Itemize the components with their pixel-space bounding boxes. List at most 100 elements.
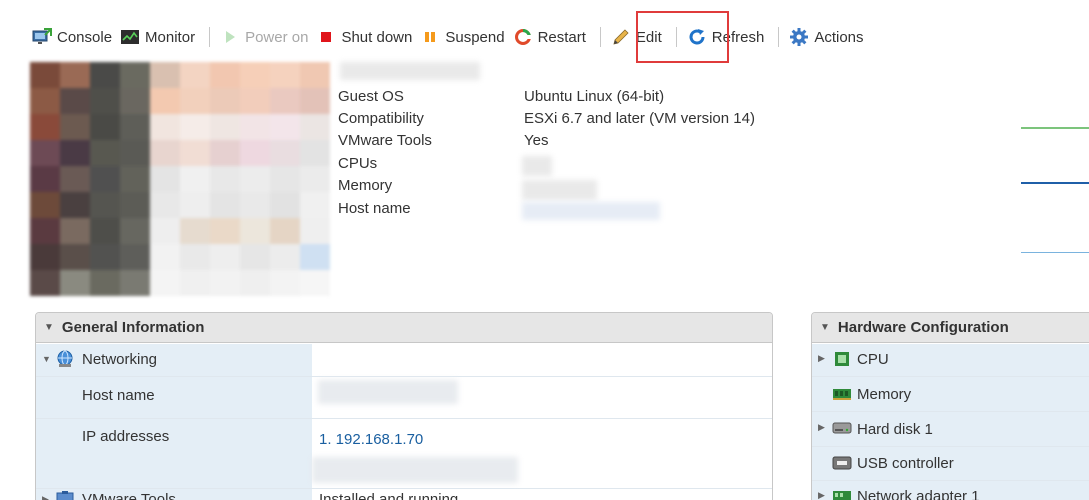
summary-value-guest-os: Ubuntu Linux (64-bit)	[524, 88, 665, 105]
actions-label: Actions	[814, 28, 864, 46]
thumbnail-pixel	[120, 166, 150, 192]
hardware-configuration-title: Hardware Configuration	[837, 319, 1009, 336]
thumbnail-pixel	[150, 114, 180, 140]
thumbnail-pixel	[150, 62, 180, 88]
thumbnail-pixel	[270, 62, 300, 88]
hardware-label-cpu: CPU	[857, 351, 889, 368]
hardware-configuration-header[interactable]: ▼ Hardware Configuration	[812, 313, 1089, 343]
thumbnail-pixel	[90, 244, 120, 270]
ip-addresses-row: IP addresses 1. 192.168.1.70	[36, 419, 772, 489]
summary-label-compatibility: Compatibility	[338, 110, 424, 127]
host-name-label-cell	[36, 377, 312, 418]
hardware-row-hard-disk[interactable]: ▶ Hard disk 1	[812, 412, 1089, 447]
restart-button[interactable]: Restart	[511, 22, 592, 52]
vmware-tools-icon	[56, 490, 74, 500]
thumbnail-pixel	[120, 192, 150, 218]
thumbnail-pixel	[270, 192, 300, 218]
toolbar-separator	[778, 27, 780, 47]
thumbnail-pixel	[210, 114, 240, 140]
hardware-row-cpu[interactable]: ▶ CPU	[812, 344, 1089, 377]
memory-module-icon	[832, 387, 851, 403]
shut-down-button[interactable]: Shut down	[314, 22, 418, 52]
power-on-label: Power on	[245, 28, 309, 46]
thumbnail-pixel	[270, 166, 300, 192]
vmware-tools-row[interactable]: ▶ VMware Tools Installed and running	[36, 489, 772, 500]
thumbnail-pixel	[60, 218, 90, 244]
suspend-button[interactable]: Suspend	[418, 22, 510, 52]
thumbnail-pixel	[300, 218, 330, 244]
thumbnail-pixel	[240, 62, 270, 88]
ip-address-value[interactable]: 1. 192.168.1.70	[319, 431, 423, 448]
ip-addresses-label-cell	[36, 419, 312, 488]
toolbar-separator	[209, 27, 211, 47]
thumbnail-pixel	[120, 140, 150, 166]
thumbnail-pixel	[210, 140, 240, 166]
hardware-row-network-adapter[interactable]: ▶ Network adapter 1	[812, 481, 1089, 500]
expand-caret-icon[interactable]: ▼	[42, 354, 51, 364]
hardware-row-memory[interactable]: Memory	[812, 377, 1089, 412]
thumbnail-pixel	[240, 166, 270, 192]
thumbnail-pixel	[270, 244, 300, 270]
thumbnail-pixel	[270, 114, 300, 140]
thumbnail-pixel	[210, 166, 240, 192]
networking-label: Networking	[82, 351, 158, 368]
power-on-button[interactable]: Power on	[218, 22, 314, 52]
collapse-caret-icon: ▼	[820, 322, 830, 333]
pencil-icon	[611, 27, 631, 47]
thumbnail-pixel	[240, 270, 270, 296]
actions-button[interactable]: Actions	[787, 22, 869, 52]
thumbnail-pixel	[270, 270, 300, 296]
vm-console-thumbnail[interactable]	[30, 62, 330, 298]
thumbnail-pixel	[30, 114, 60, 140]
thumbnail-pixel	[90, 270, 120, 296]
host-name-label: Host name	[82, 387, 155, 404]
thumbnail-pixel	[120, 62, 150, 88]
hardware-row-bg	[812, 412, 1089, 446]
thumbnail-pixel	[150, 88, 180, 114]
collapse-caret-icon: ▼	[44, 322, 54, 333]
thumbnail-pixel	[150, 140, 180, 166]
thumbnail-pixel	[300, 270, 330, 296]
expand-caret-icon[interactable]: ▶	[818, 353, 825, 364]
monitor-button[interactable]: Monitor	[118, 22, 201, 52]
stop-icon	[316, 27, 336, 47]
thumbnail-pixel	[30, 244, 60, 270]
summary-label-memory: Memory	[338, 177, 393, 194]
expand-caret-icon[interactable]: ▶	[818, 490, 825, 500]
thumbnail-pixel	[120, 218, 150, 244]
thumbnail-pixel	[270, 140, 300, 166]
expand-caret-icon[interactable]: ▶	[818, 422, 825, 433]
vmware-tools-value: Installed and running	[319, 491, 459, 500]
summary-label-guest-os: Guest OS	[338, 88, 404, 105]
thumbnail-pixel	[30, 218, 60, 244]
thumbnail-pixel	[60, 62, 90, 88]
thumbnail-pixel	[120, 270, 150, 296]
thumbnail-pixel	[120, 244, 150, 270]
cpu-chip-icon	[834, 351, 852, 367]
hardware-label-hard-disk: Hard disk 1	[857, 421, 933, 438]
summary-value-compatibility: ESXi 6.7 and later (VM version 14)	[524, 110, 755, 127]
thumbnail-pixel	[150, 218, 180, 244]
thumbnail-pixel	[210, 218, 240, 244]
thumbnail-pixel	[30, 270, 60, 296]
hardware-row-usb-controller[interactable]: USB controller	[812, 447, 1089, 481]
thumbnail-pixel	[240, 140, 270, 166]
console-button[interactable]: Console	[30, 22, 118, 52]
thumbnail-pixel	[180, 192, 210, 218]
general-information-header[interactable]: ▼ General Information	[36, 313, 772, 343]
thumbnail-pixel	[60, 88, 90, 114]
vm-name-redacted	[340, 62, 480, 80]
networking-row[interactable]: ▼ Networking	[36, 344, 772, 377]
network-adapter-icon	[832, 488, 851, 500]
thumbnail-pixel	[90, 192, 120, 218]
thumbnail-pixel	[180, 244, 210, 270]
thumbnail-pixel	[210, 244, 240, 270]
networking-value-cell	[312, 344, 772, 376]
thumbnail-pixel	[60, 192, 90, 218]
thumbnail-pixel	[210, 88, 240, 114]
thumbnail-pixel	[300, 192, 330, 218]
thumbnail-pixel	[30, 192, 60, 218]
restart-label: Restart	[537, 28, 586, 46]
thumbnail-pixel	[150, 244, 180, 270]
expand-caret-icon[interactable]: ▶	[42, 494, 49, 500]
